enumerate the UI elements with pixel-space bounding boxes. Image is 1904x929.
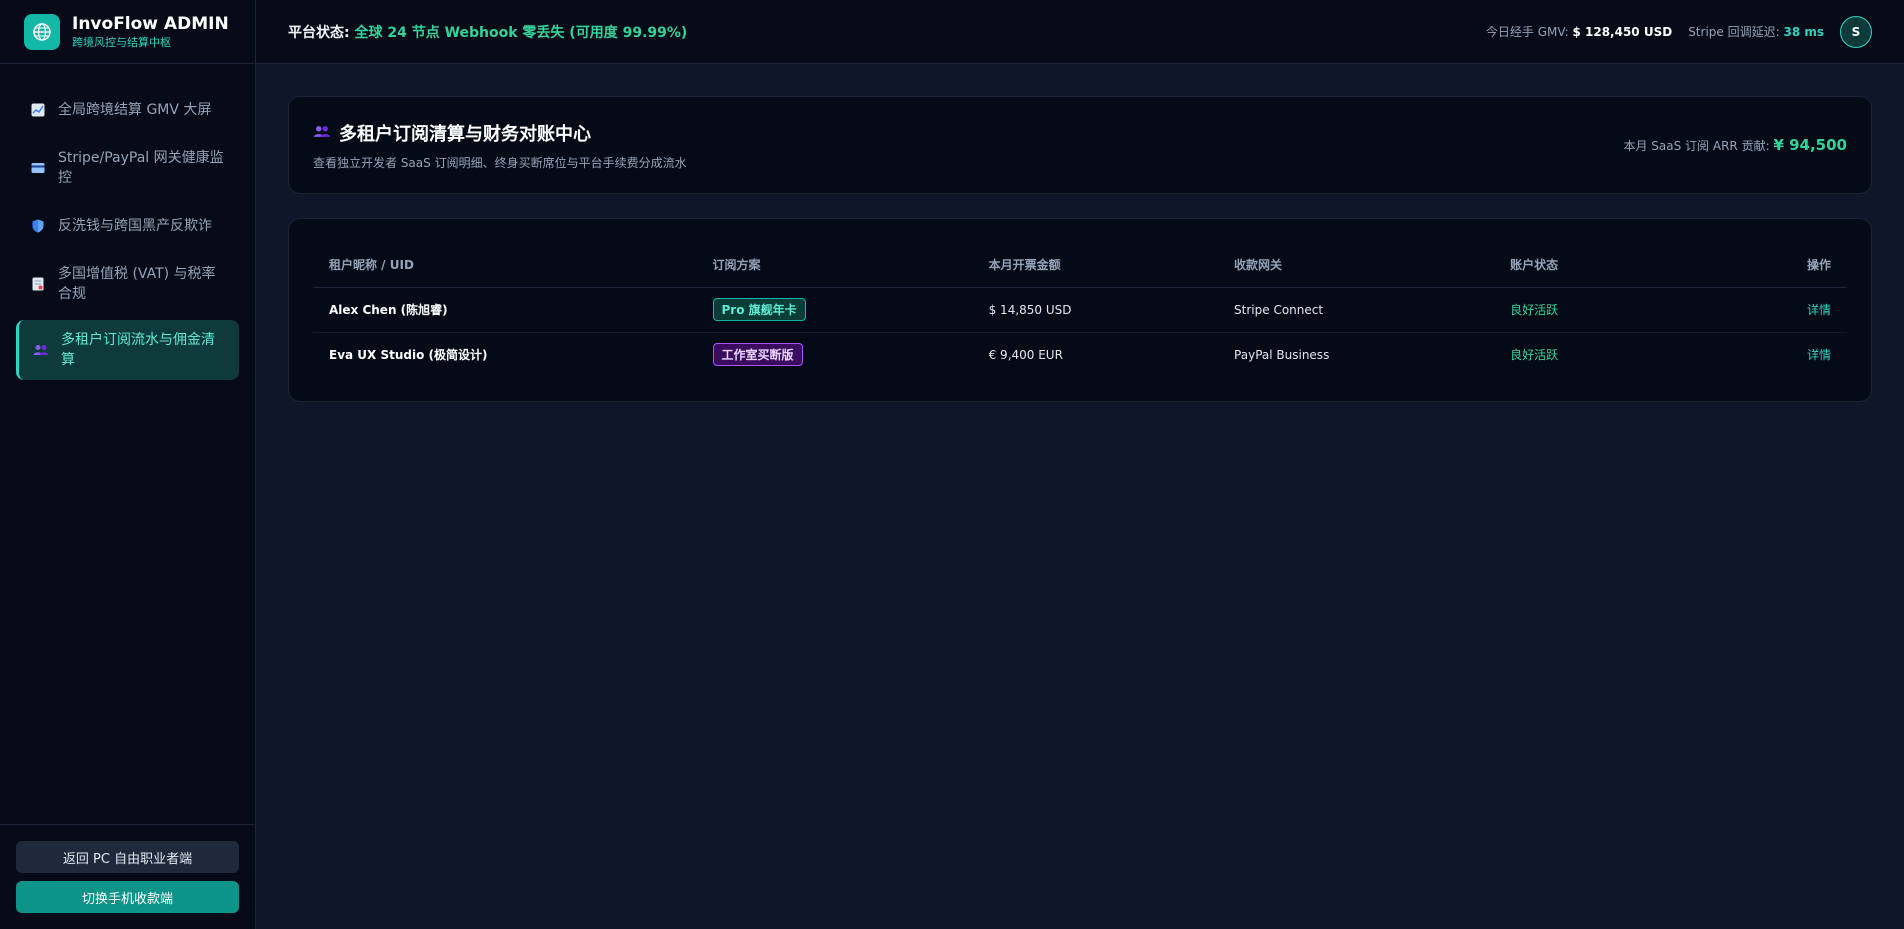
sidebar-item-label: 多租户订阅流水与佣金清算	[61, 332, 215, 368]
gmv-metric: 今日经手 GMV: $ 128,450 USD	[1486, 23, 1672, 40]
document-icon	[30, 276, 46, 292]
back-to-pc-button[interactable]: 返回 PC 自由职业者端	[16, 841, 239, 873]
account-status: 良好活跃	[1494, 287, 1709, 333]
latency-value: 38 ms	[1783, 25, 1824, 39]
tenant-table: 租户昵称 / UID 订阅方案 本月开票金额 收款网关 账户状态 操作 Alex…	[313, 243, 1847, 377]
column-header-amount: 本月开票金额	[972, 243, 1219, 288]
page-title: 多租户订阅清算与财务对账中心	[339, 123, 591, 145]
plan-badge: Pro 旗舰年卡	[712, 298, 806, 321]
main-area: 平台状态: 全球 24 节点 Webhook 零丢失 (可用度 99.99%) …	[256, 0, 1904, 929]
status-text: 全球 24 节点 Webhook 零丢失 (可用度 99.99%)	[354, 24, 688, 41]
sidebar-item-anti-fraud[interactable]: 反洗钱与跨国黑产反欺诈	[16, 204, 239, 248]
users-icon	[313, 122, 331, 143]
sidebar-item-gateway-health[interactable]: Stripe/PayPal 网关健康监控	[16, 140, 239, 196]
content: 多租户订阅清算与财务对账中心 查看独立开发者 SaaS 订阅明细、终身买断席位与…	[256, 64, 1904, 434]
sidebar: InvoFlow ADMIN 跨境风控与结算中枢 全局跨境结算 GMV 大屏 S…	[0, 0, 256, 929]
sidebar-footer: 返回 PC 自由职业者端 切换手机收款端	[0, 824, 255, 929]
chart-icon	[30, 102, 46, 118]
details-link[interactable]: 详情	[1807, 348, 1831, 362]
card-icon	[30, 160, 46, 176]
sidebar-item-tenant-billing[interactable]: 多租户订阅流水与佣金清算	[16, 320, 239, 380]
avatar[interactable]: S	[1840, 15, 1872, 48]
sidebar-item-label: 全局跨境结算 GMV 大屏	[58, 102, 212, 118]
brand-subtitle: 跨境风控与结算中枢	[72, 35, 171, 49]
gmv-value: $ 128,450 USD	[1572, 25, 1673, 39]
topbar-metrics: 今日经手 GMV: $ 128,450 USD Stripe 回调延迟: 38 …	[1486, 15, 1872, 48]
arr-label: 本月 SaaS 订阅 ARR 贡献:	[1623, 139, 1770, 153]
table-header-row: 租户昵称 / UID 订阅方案 本月开票金额 收款网关 账户状态 操作	[313, 243, 1847, 288]
sidebar-nav: 全局跨境结算 GMV 大屏 Stripe/PayPal 网关健康监控 反洗钱与跨…	[0, 64, 255, 824]
column-header-status: 账户状态	[1494, 243, 1709, 288]
latency-label: Stripe 回调延迟:	[1688, 25, 1780, 39]
page-header-card: 多租户订阅清算与财务对账中心 查看独立开发者 SaaS 订阅明细、终身买断席位与…	[288, 96, 1872, 194]
switch-mobile-button[interactable]: 切换手机收款端	[16, 881, 239, 913]
brand: InvoFlow ADMIN 跨境风控与结算中枢	[0, 0, 255, 64]
table-row: Alex Chen (陈旭睿) Pro 旗舰年卡 $ 14,850 USD St…	[313, 287, 1847, 333]
globe-icon	[24, 13, 60, 50]
details-link[interactable]: 详情	[1807, 303, 1831, 317]
account-status: 良好活跃	[1510, 348, 1559, 363]
status-prefix: 平台状态:	[288, 24, 350, 41]
sidebar-item-label: Stripe/PayPal 网关健康监控	[58, 150, 224, 186]
invoice-amount: $ 14,850 USD	[972, 287, 1219, 333]
arr-value: ¥ 94,500	[1773, 136, 1847, 154]
page-subtitle: 查看独立开发者 SaaS 订阅明细、终身买断席位与平台手续费分成流水	[313, 155, 687, 170]
column-header-action: 操作	[1708, 243, 1847, 288]
column-header-tenant: 租户昵称 / UID	[313, 243, 697, 288]
sidebar-item-label: 反洗钱与跨国黑产反欺诈	[58, 218, 212, 234]
page-title-row: 多租户订阅清算与财务对账中心	[313, 120, 687, 146]
platform-status: 平台状态: 全球 24 节点 Webhook 零丢失 (可用度 99.99%)	[288, 22, 687, 42]
tenant-name: Alex Chen (陈旭睿)	[313, 287, 697, 333]
latency-metric: Stripe 回调延迟: 38 ms	[1688, 23, 1824, 40]
gateway: Stripe Connect	[1218, 287, 1495, 333]
gateway: PayPal Business	[1234, 347, 1330, 362]
users-icon	[33, 342, 49, 358]
tenant-name: Eva UX Studio (极简设计)	[329, 348, 488, 363]
column-header-gateway: 收款网关	[1218, 243, 1495, 288]
arr-metric: 本月 SaaS 订阅 ARR 贡献: ¥ 94,500	[1623, 136, 1847, 154]
gmv-label: 今日经手 GMV:	[1485, 25, 1569, 39]
app-root: InvoFlow ADMIN 跨境风控与结算中枢 全局跨境结算 GMV 大屏 S…	[0, 0, 1904, 929]
brand-title: InvoFlow ADMIN	[72, 13, 229, 34]
sidebar-item-gmv-dashboard[interactable]: 全局跨境结算 GMV 大屏	[16, 88, 239, 132]
shield-icon	[30, 218, 46, 234]
column-header-plan: 订阅方案	[696, 243, 973, 288]
topbar: 平台状态: 全球 24 节点 Webhook 零丢失 (可用度 99.99%) …	[256, 0, 1904, 64]
table-row: Eva UX Studio (极简设计) 工作室买断版 € 9,400 EUR …	[313, 332, 1847, 377]
invoice-amount: € 9,400 EUR	[988, 347, 1063, 362]
plan-badge: 工作室买断版	[712, 343, 803, 367]
tenant-table-card: 租户昵称 / UID 订阅方案 本月开票金额 收款网关 账户状态 操作 Alex…	[288, 218, 1872, 402]
sidebar-item-label: 多国增值税 (VAT) 与税率合规	[58, 266, 216, 302]
sidebar-item-vat-compliance[interactable]: 多国增值税 (VAT) 与税率合规	[16, 256, 239, 312]
